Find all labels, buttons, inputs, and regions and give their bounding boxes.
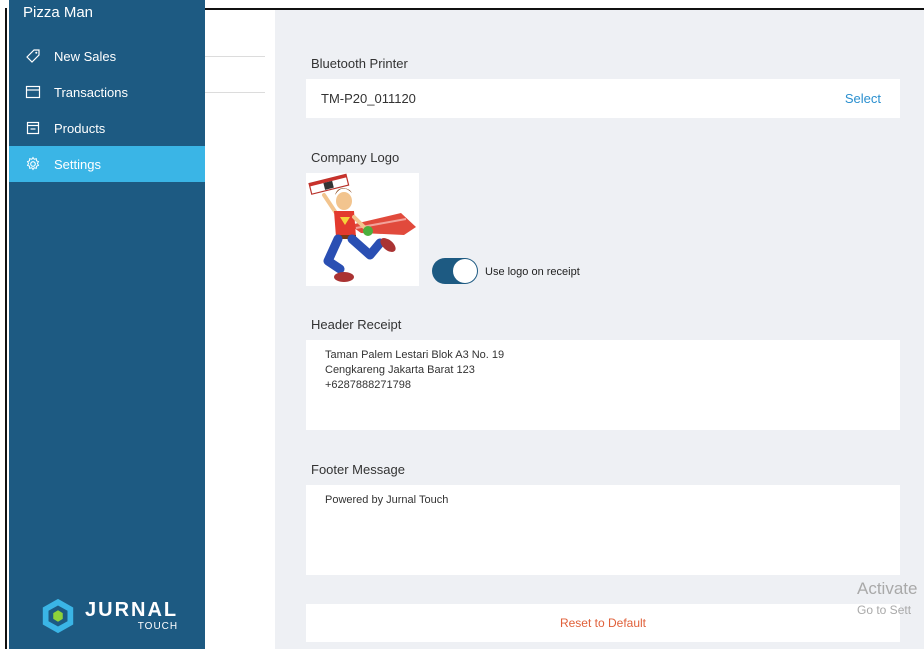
sidebar-item-new-sales[interactable]: New Sales: [9, 38, 205, 74]
settings-list-pane: [205, 10, 275, 649]
brand-logo: JURNAL TOUCH: [39, 597, 178, 635]
sidebar-item-label: New Sales: [54, 48, 117, 64]
sidebar: Pizza Man New Sales Transactions Product…: [9, 0, 205, 649]
sidebar-item-label: Settings: [54, 156, 101, 172]
sidebar-item-label: Transactions: [54, 84, 128, 100]
printer-row: TM-P20_011120 Select: [306, 79, 900, 118]
activate-windows-watermark: Activate Go to Sett: [857, 580, 917, 616]
reset-to-default-button[interactable]: Reset to Default: [306, 604, 900, 642]
printer-label: Bluetooth Printer: [311, 56, 408, 71]
jurnal-hex-icon: [42, 598, 74, 634]
use-logo-label: Use logo on receipt: [485, 266, 580, 278]
sidebar-item-label: Products: [54, 120, 106, 136]
toggle-knob: [453, 259, 477, 283]
divider: [205, 56, 265, 57]
divider: [205, 92, 265, 93]
watermark-line-1: Activate: [857, 579, 918, 598]
company-logo-image[interactable]: [306, 173, 419, 286]
header-receipt-textarea[interactable]: Taman Palem Lestari Blok A3 No. 19 Cengk…: [306, 340, 900, 430]
sidebar-item-products[interactable]: Products: [9, 110, 205, 146]
select-printer-button[interactable]: Select: [845, 91, 881, 106]
printer-value: TM-P20_011120: [321, 91, 416, 106]
reset-label: Reset to Default: [559, 616, 647, 630]
gear-icon: [22, 156, 44, 172]
app-title: Pizza Man: [23, 4, 94, 21]
footer-message-label: Footer Message: [311, 462, 405, 477]
box-icon: [22, 120, 44, 136]
sidebar-item-transactions[interactable]: Transactions: [9, 74, 205, 110]
watermark-line-2: Go to Sett: [857, 603, 912, 617]
use-logo-toggle[interactable]: [432, 258, 478, 284]
header-receipt-label: Header Receipt: [311, 317, 402, 332]
receipt-list-icon: [22, 84, 44, 100]
company-logo-label: Company Logo: [311, 150, 400, 165]
brand-sub: TOUCH: [137, 621, 179, 632]
sidebar-item-settings[interactable]: Settings: [9, 146, 205, 182]
footer-message-textarea[interactable]: Powered by Jurnal Touch: [306, 485, 900, 575]
settings-content: Bluetooth Printer TM-P20_011120 Select C…: [275, 10, 924, 649]
sidebar-nav: New Sales Transactions Products Settings: [9, 38, 205, 182]
brand-name: JURNAL: [85, 599, 179, 621]
tag-icon: [22, 48, 44, 64]
left-frame: [0, 8, 7, 649]
